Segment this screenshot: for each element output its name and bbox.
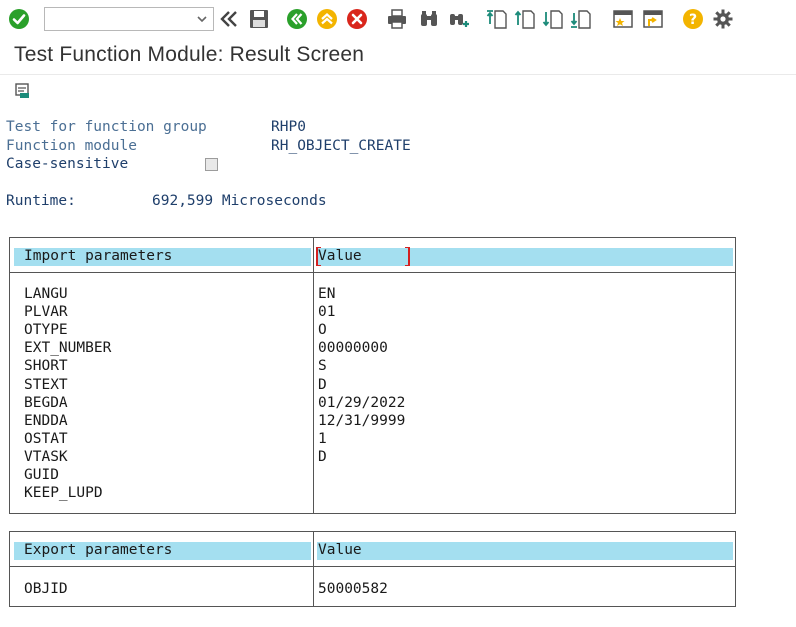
function-module-label: Function module — [6, 138, 137, 154]
import-param-name: KEEP_LUPD — [24, 485, 103, 502]
import-param-name: VTASK — [24, 448, 68, 465]
next-page-icon[interactable] — [542, 8, 564, 30]
import-param-value[interactable]: 00000000 — [318, 339, 388, 357]
settings-gear-icon[interactable] — [712, 8, 734, 30]
function-group-value: RHP0 — [271, 119, 306, 135]
import-header-param: Import parameters — [24, 248, 173, 264]
field-cursor-left — [316, 247, 321, 266]
function-group-label: Test for function group — [6, 119, 207, 135]
header-divider — [10, 566, 735, 567]
import-param-name: PLVAR — [24, 304, 68, 321]
runtime-label: Runtime: — [6, 193, 76, 209]
title-divider — [0, 74, 796, 75]
import-param-value[interactable]: 1 — [318, 430, 327, 448]
import-param-value[interactable]: O — [318, 321, 327, 339]
create-shortcut-icon[interactable] — [642, 8, 664, 30]
svg-text:?: ? — [689, 12, 697, 28]
import-header-value[interactable]: Value — [318, 248, 362, 264]
import-param-value[interactable]: D — [318, 448, 327, 466]
chevron-down-icon[interactable] — [195, 10, 209, 28]
column-divider — [313, 238, 314, 513]
export-header-param: Export parameters — [24, 542, 173, 558]
back-green-icon[interactable] — [286, 8, 308, 30]
header-divider — [10, 272, 735, 273]
column-divider — [313, 532, 314, 606]
export-param-name: OBJID — [24, 581, 68, 597]
import-param-name: STEXT — [24, 376, 68, 393]
command-field[interactable] — [44, 7, 214, 31]
find-next-icon[interactable] — [448, 8, 470, 30]
import-param-name: EXT_NUMBER — [24, 340, 112, 357]
exit-up-icon[interactable] — [316, 8, 338, 30]
back-double-chevron-icon[interactable] — [218, 8, 240, 30]
import-param-name: BEGDA — [24, 394, 68, 411]
header-bar-value — [317, 542, 733, 560]
import-param-name: GUID — [24, 467, 59, 483]
page-title: Test Function Module: Result Screen — [14, 43, 365, 66]
last-page-icon[interactable] — [570, 8, 592, 30]
export-header-value: Value — [318, 542, 362, 558]
previous-page-icon[interactable] — [514, 8, 536, 30]
help-icon[interactable]: ? — [682, 8, 704, 30]
import-param-name: OSTAT — [24, 430, 68, 447]
import-param-value[interactable]: EN — [318, 285, 335, 303]
import-param-value[interactable]: 01/29/2022 — [318, 394, 405, 412]
field-cursor-right — [405, 247, 410, 266]
application-toolbar: ? — [0, 0, 796, 38]
export-param-value[interactable]: 50000582 — [318, 580, 388, 598]
import-param-value[interactable]: S — [318, 357, 327, 375]
import-param-name: LANGU — [24, 286, 68, 302]
find-icon[interactable] — [418, 8, 440, 30]
enter-check-icon[interactable] — [8, 8, 30, 30]
command-input[interactable] — [45, 8, 191, 30]
cancel-red-icon[interactable] — [346, 8, 368, 30]
case-sensitive-label: Case-sensitive — [6, 156, 129, 172]
new-session-icon[interactable] — [612, 8, 634, 30]
import-param-name: ENDDA — [24, 412, 68, 429]
header-bar-value — [317, 248, 733, 266]
import-param-value[interactable]: 12/31/9999 — [318, 412, 405, 430]
import-parameters-table — [9, 237, 736, 514]
debug-test-icon[interactable] — [14, 82, 32, 100]
import-param-name: SHORT — [24, 358, 68, 375]
print-icon[interactable] — [386, 8, 408, 30]
case-sensitive-checkbox[interactable] — [205, 158, 218, 171]
import-param-value[interactable]: D — [318, 376, 327, 394]
first-page-icon[interactable] — [486, 8, 508, 30]
runtime-value: 692,599 Microseconds — [152, 193, 327, 209]
save-icon[interactable] — [248, 8, 270, 30]
import-param-value[interactable]: 01 — [318, 303, 335, 321]
import-param-name: OTYPE — [24, 322, 68, 339]
function-module-value: RH_OBJECT_CREATE — [271, 138, 411, 154]
